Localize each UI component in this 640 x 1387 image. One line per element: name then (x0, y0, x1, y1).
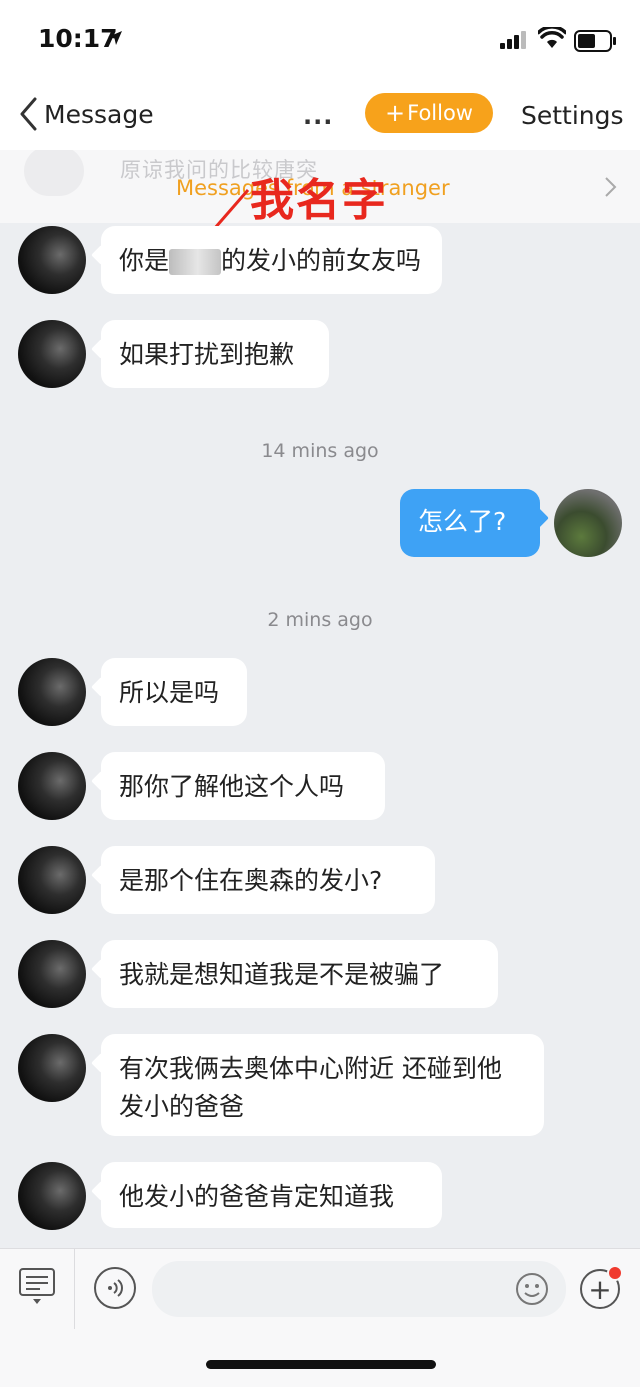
message-bubble[interactable]: 有次我俩去奥体中心附近 还碰到他发小的爸爸 (101, 1034, 544, 1136)
follow-label: Follow (407, 101, 473, 125)
chevron-right-icon (605, 177, 617, 197)
emoji-icon[interactable] (515, 1272, 549, 1306)
plus-icon: + (385, 99, 406, 127)
message-text: 的发小的前女友吗 (221, 246, 422, 275)
ghost-avatar (24, 150, 84, 196)
contact-avatar[interactable] (18, 846, 86, 914)
contact-avatar[interactable] (18, 226, 86, 294)
message-bubble[interactable]: 是那个住在奥森的发小? (101, 846, 435, 914)
contact-avatar[interactable] (18, 658, 86, 726)
message-bubble[interactable]: 那你了解他这个人吗 (101, 752, 385, 820)
message-input[interactable] (152, 1261, 566, 1317)
message-text: 是那个住在奥森的发小? (119, 866, 383, 895)
message-text: 他发小的爸爸肯定知道我 (119, 1182, 395, 1211)
outgoing-message-bubble[interactable]: 怎么了? (400, 489, 540, 557)
message-bubble[interactable]: 他发小的爸爸肯定知道我 (101, 1162, 442, 1228)
chevron-left-icon (20, 97, 37, 131)
back-button[interactable]: Message (18, 96, 154, 132)
message-text: 如果打扰到抱歉 (119, 340, 295, 369)
voice-icon[interactable] (94, 1267, 136, 1309)
nav-bar: Message ... + Follow Settings (0, 80, 640, 150)
cellular-signal-icon (500, 31, 526, 49)
contact-avatar[interactable] (18, 1162, 86, 1230)
back-label: Message (44, 99, 154, 129)
annotation-label: 我名字 (250, 175, 388, 226)
contact-avatar[interactable] (18, 752, 86, 820)
contact-avatar[interactable] (18, 940, 86, 1008)
contact-avatar[interactable] (18, 1034, 86, 1102)
wifi-icon (538, 27, 566, 48)
message-text: 我就是想知道我是不是被骗了 (119, 960, 445, 989)
location-arrow-icon (108, 31, 122, 45)
message-text: 你是 (119, 246, 170, 275)
divider (74, 1249, 75, 1329)
message-bubble[interactable]: 如果打扰到抱歉 (101, 320, 329, 388)
keyboard-menu-icon[interactable] (18, 1267, 56, 1309)
message-text: 所以是吗 (119, 678, 220, 707)
notification-dot (607, 1265, 623, 1281)
timestamp: 2 mins ago (267, 609, 373, 631)
message-text: 怎么了? (418, 507, 507, 536)
follow-button[interactable]: + Follow (365, 93, 493, 133)
message-text: 有次我俩去奥体中心附近 还碰到他发小的爸爸 (119, 1054, 502, 1121)
more-options-button[interactable]: ... (303, 102, 333, 130)
contact-avatar[interactable] (18, 320, 86, 388)
message-text: 那你了解他这个人吗 (119, 772, 345, 801)
battery-icon (574, 30, 616, 52)
settings-button[interactable]: Settings (521, 101, 624, 130)
message-bubble[interactable]: 所以是吗 (101, 658, 247, 726)
user-avatar[interactable] (554, 489, 622, 557)
timestamp: 14 mins ago (261, 440, 379, 462)
status-bar: 10:17 (0, 0, 640, 80)
redacted-name (169, 249, 222, 275)
home-indicator (206, 1360, 436, 1369)
message-bubble[interactable]: 你是 的发小的前女友吗 (101, 226, 442, 294)
message-bubble[interactable]: 我就是想知道我是不是被骗了 (101, 940, 498, 1008)
